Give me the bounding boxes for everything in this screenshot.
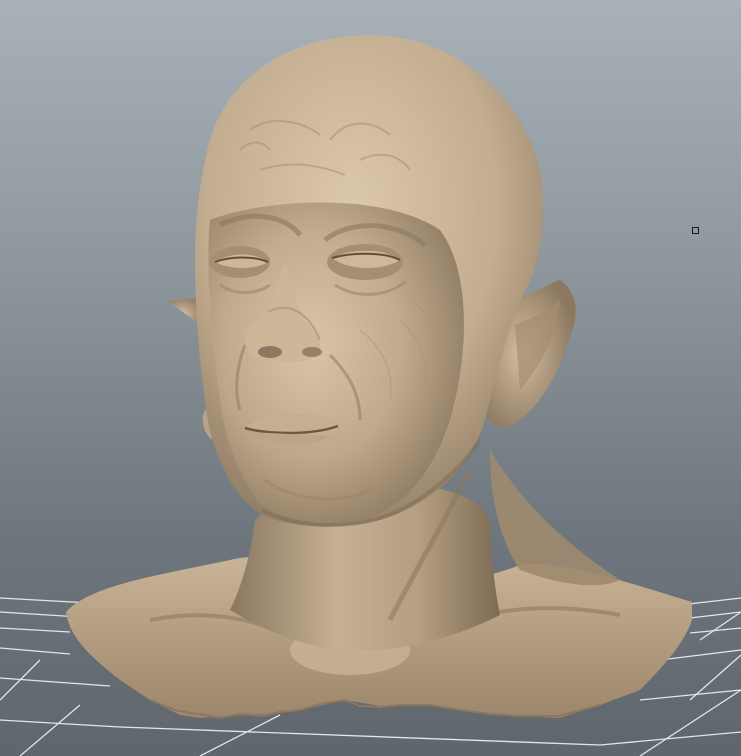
square-outline-icon[interactable] (692, 227, 699, 234)
3d-viewport[interactable] (0, 0, 741, 756)
sculpt-model[interactable] (0, 0, 741, 756)
